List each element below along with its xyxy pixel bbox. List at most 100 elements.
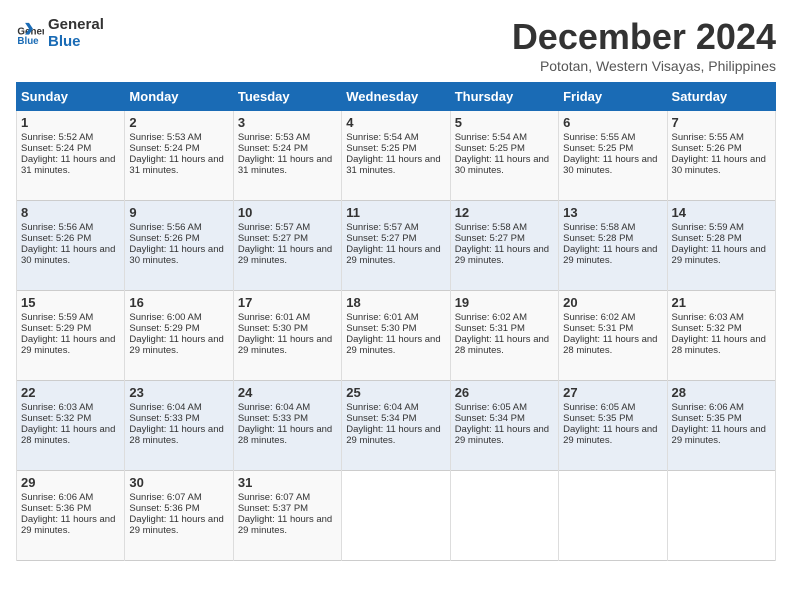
sunset-text: Sunset: 5:34 PM xyxy=(455,413,525,424)
location: Pototan, Western Visayas, Philippines xyxy=(512,58,776,74)
sunrise-text: Sunrise: 5:58 AM xyxy=(455,222,527,233)
calendar-cell xyxy=(667,471,775,561)
daylight-text: Daylight: 11 hours and 29 minutes. xyxy=(238,334,332,356)
daylight-text: Daylight: 11 hours and 31 minutes. xyxy=(21,154,115,176)
day-number: 2 xyxy=(129,115,228,130)
calendar-week-3: 15Sunrise: 5:59 AMSunset: 5:29 PMDayligh… xyxy=(17,291,776,381)
daylight-text: Daylight: 11 hours and 29 minutes. xyxy=(455,424,549,446)
calendar-cell: 9 Sunrise: 5:56 AMSunset: 5:26 PMDaylight… xyxy=(125,201,233,291)
sunset-text: Sunset: 5:25 PM xyxy=(455,143,525,154)
weekday-header-row: SundayMondayTuesdayWednesdayThursdayFrid… xyxy=(17,83,776,111)
sunrise-text: Sunrise: 6:04 AM xyxy=(238,402,310,413)
calendar-cell: 31Sunrise: 6:07 AMSunset: 5:37 PMDayligh… xyxy=(233,471,341,561)
day-number: 6 xyxy=(563,115,662,130)
day-number: 4 xyxy=(346,115,445,130)
calendar-week-2: 8Sunrise: 5:56 AMSunset: 5:26 PMDaylight… xyxy=(17,201,776,291)
calendar-cell: 8Sunrise: 5:56 AMSunset: 5:26 PMDaylight… xyxy=(17,201,125,291)
sunrise-text: Sunrise: 5:56 AM xyxy=(21,222,93,233)
sunset-text: Sunset: 5:32 PM xyxy=(672,323,742,334)
weekday-header-tuesday: Tuesday xyxy=(233,83,341,111)
day-number: 11 xyxy=(346,205,445,220)
sunrise-text: Sunrise: 5:57 AM xyxy=(346,222,418,233)
daylight-text: Daylight: 11 hours and 31 minutes. xyxy=(238,154,332,176)
sunrise-text: Sunrise: 6:07 AM xyxy=(238,492,310,503)
calendar-cell: 20Sunrise: 6:02 AMSunset: 5:31 PMDayligh… xyxy=(559,291,667,381)
logo-icon: General Blue xyxy=(16,19,44,47)
weekday-header-saturday: Saturday xyxy=(667,83,775,111)
sunrise-text: Sunrise: 5:54 AM xyxy=(346,132,418,143)
weekday-header-friday: Friday xyxy=(559,83,667,111)
calendar-cell: 26 Sunrise: 6:05 AMSunset: 5:34 PMDayligh… xyxy=(450,381,558,471)
calendar-week-1: 1Sunrise: 5:52 AMSunset: 5:24 PMDaylight… xyxy=(17,111,776,201)
day-number: 30 xyxy=(129,475,228,490)
calendar-cell: 12Sunrise: 5:58 AMSunset: 5:27 PMDayligh… xyxy=(450,201,558,291)
sunrise-text: Sunrise: 6:03 AM xyxy=(672,312,744,323)
daylight-text: Daylight: 11 hours and 30 minutes. xyxy=(21,244,115,266)
sunset-text: Sunset: 5:26 PM xyxy=(672,143,742,154)
day-number: 27 xyxy=(563,385,662,400)
day-number: 1 xyxy=(21,115,120,130)
sunrise-text: Sunrise: 5:55 AM xyxy=(563,132,635,143)
calendar-cell: 3Sunrise: 5:53 AMSunset: 5:24 PMDaylight… xyxy=(233,111,341,201)
sunset-text: Sunset: 5:24 PM xyxy=(238,143,308,154)
calendar-cell: 27Sunrise: 6:05 AMSunset: 5:35 PMDayligh… xyxy=(559,381,667,471)
sunrise-text: Sunrise: 5:59 AM xyxy=(672,222,744,233)
daylight-text: Daylight: 11 hours and 29 minutes. xyxy=(346,244,440,266)
calendar-cell: 18Sunrise: 6:01 AMSunset: 5:30 PMDayligh… xyxy=(342,291,450,381)
calendar-cell xyxy=(450,471,558,561)
day-number: 16 xyxy=(129,295,228,310)
weekday-header-wednesday: Wednesday xyxy=(342,83,450,111)
sunset-text: Sunset: 5:24 PM xyxy=(21,143,91,154)
day-number: 21 xyxy=(672,295,771,310)
logo-text-blue: Blue xyxy=(48,33,104,50)
sunrise-text: Sunrise: 5:53 AM xyxy=(129,132,201,143)
sunrise-text: Sunrise: 6:07 AM xyxy=(129,492,201,503)
sunrise-text: Sunrise: 5:53 AM xyxy=(238,132,310,143)
sunset-text: Sunset: 5:33 PM xyxy=(129,413,199,424)
daylight-text: Daylight: 11 hours and 29 minutes. xyxy=(346,424,440,446)
sunrise-text: Sunrise: 6:02 AM xyxy=(455,312,527,323)
calendar-cell: 17Sunrise: 6:01 AMSunset: 5:30 PMDayligh… xyxy=(233,291,341,381)
daylight-text: Daylight: 11 hours and 29 minutes. xyxy=(21,514,115,536)
logo-text-general: General xyxy=(48,16,104,33)
sunrise-text: Sunrise: 6:05 AM xyxy=(455,402,527,413)
calendar-cell: 24Sunrise: 6:04 AMSunset: 5:33 PMDayligh… xyxy=(233,381,341,471)
month-title: December 2024 xyxy=(512,16,776,58)
daylight-text: Daylight: 11 hours and 28 minutes. xyxy=(238,424,332,446)
day-number: 22 xyxy=(21,385,120,400)
sunset-text: Sunset: 5:36 PM xyxy=(129,503,199,514)
calendar-cell: 22Sunrise: 6:03 AMSunset: 5:32 PMDayligh… xyxy=(17,381,125,471)
calendar-cell: 11Sunrise: 5:57 AMSunset: 5:27 PMDayligh… xyxy=(342,201,450,291)
day-number: 9 xyxy=(129,205,228,220)
sunset-text: Sunset: 5:24 PM xyxy=(129,143,199,154)
day-number: 20 xyxy=(563,295,662,310)
calendar-cell: 1Sunrise: 5:52 AMSunset: 5:24 PMDaylight… xyxy=(17,111,125,201)
daylight-text: Daylight: 11 hours and 29 minutes. xyxy=(238,244,332,266)
daylight-text: Daylight: 11 hours and 30 minutes. xyxy=(129,244,223,266)
daylight-text: Daylight: 11 hours and 31 minutes. xyxy=(346,154,440,176)
sunset-text: Sunset: 5:34 PM xyxy=(346,413,416,424)
daylight-text: Daylight: 11 hours and 30 minutes. xyxy=(672,154,766,176)
calendar-cell: 6Sunrise: 5:55 AMSunset: 5:25 PMDaylight… xyxy=(559,111,667,201)
sunrise-text: Sunrise: 6:00 AM xyxy=(129,312,201,323)
day-number: 24 xyxy=(238,385,337,400)
day-number: 18 xyxy=(346,295,445,310)
sunrise-text: Sunrise: 5:56 AM xyxy=(129,222,201,233)
sunrise-text: Sunrise: 5:59 AM xyxy=(21,312,93,323)
calendar-cell: 23Sunrise: 6:04 AMSunset: 5:33 PMDayligh… xyxy=(125,381,233,471)
sunrise-text: Sunrise: 6:06 AM xyxy=(672,402,744,413)
sunset-text: Sunset: 5:31 PM xyxy=(455,323,525,334)
calendar-cell: 19Sunrise: 6:02 AMSunset: 5:31 PMDayligh… xyxy=(450,291,558,381)
day-number: 26 xyxy=(455,385,554,400)
calendar-table: SundayMondayTuesdayWednesdayThursdayFrid… xyxy=(16,82,776,561)
daylight-text: Daylight: 11 hours and 29 minutes. xyxy=(672,424,766,446)
daylight-text: Daylight: 11 hours and 29 minutes. xyxy=(129,334,223,356)
day-number: 14 xyxy=(672,205,771,220)
sunrise-text: Sunrise: 6:05 AM xyxy=(563,402,635,413)
sunset-text: Sunset: 5:26 PM xyxy=(129,233,199,244)
daylight-text: Daylight: 11 hours and 29 minutes. xyxy=(455,244,549,266)
weekday-header-thursday: Thursday xyxy=(450,83,558,111)
weekday-header-monday: Monday xyxy=(125,83,233,111)
daylight-text: Daylight: 11 hours and 31 minutes. xyxy=(129,154,223,176)
sunrise-text: Sunrise: 6:03 AM xyxy=(21,402,93,413)
